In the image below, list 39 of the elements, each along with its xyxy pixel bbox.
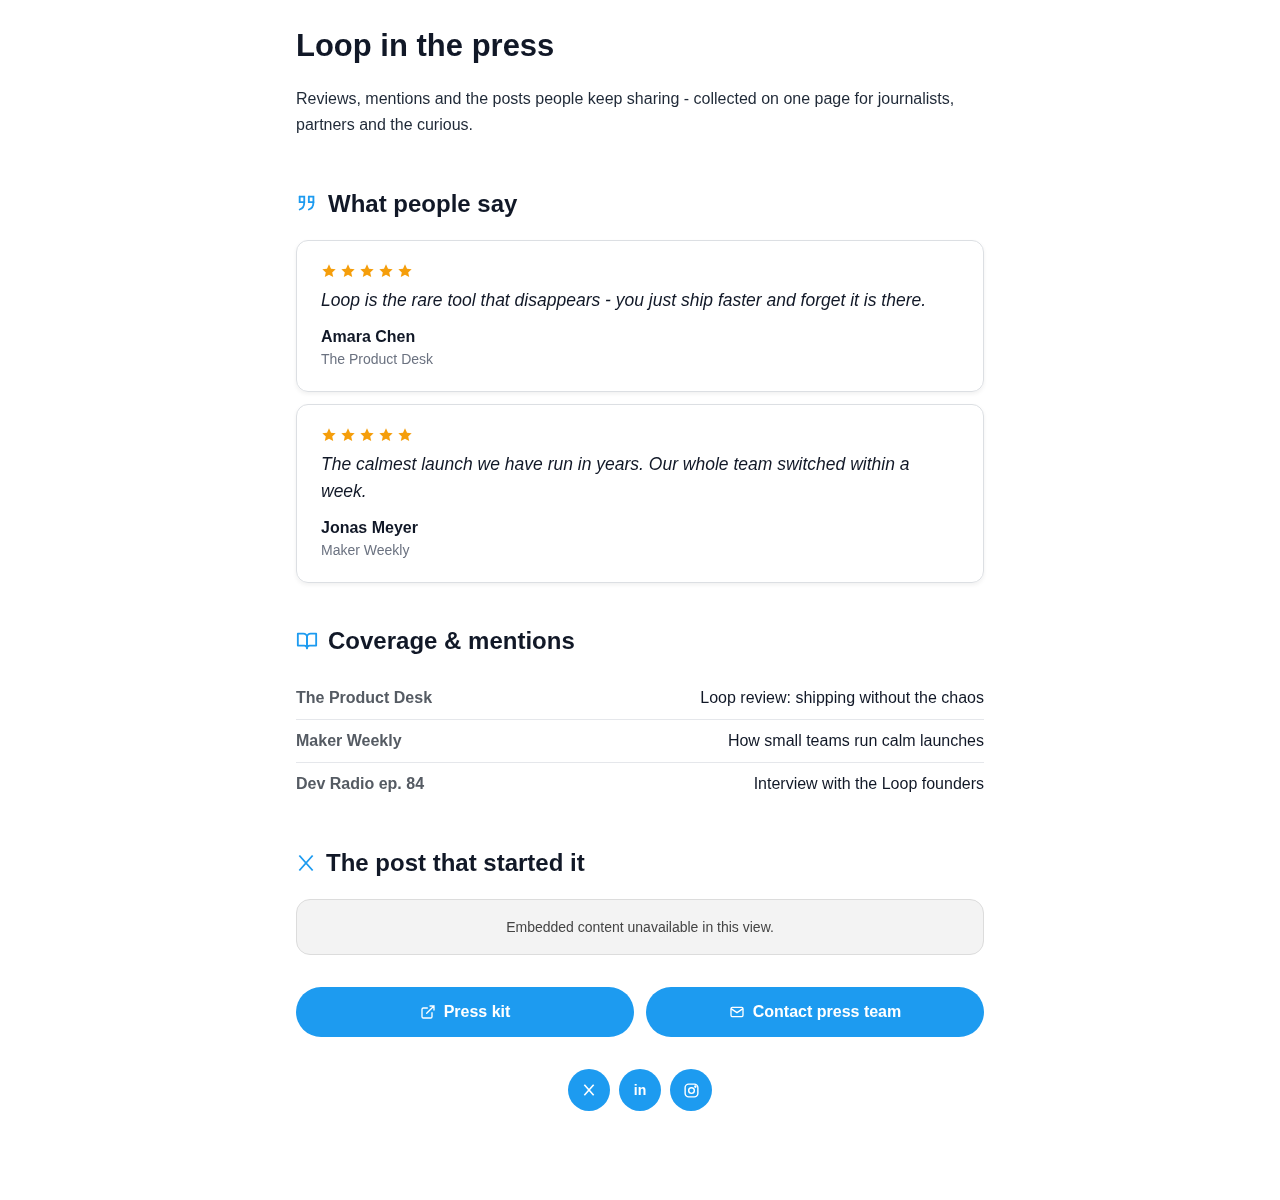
instagram-icon [682, 1081, 700, 1099]
external-link-icon [419, 1004, 436, 1020]
article-headline: Loop review: shipping without the chaos [700, 689, 984, 707]
section-heading: Coverage & mentions [328, 627, 575, 655]
star-icon [340, 427, 356, 443]
page-title: Loop in the press [296, 28, 556, 64]
star-icon [378, 263, 394, 279]
x-social-link[interactable] [568, 1069, 610, 1111]
x-logo-icon [296, 853, 316, 873]
star-icon [321, 263, 337, 279]
outlet-name: The Product Desk [296, 689, 433, 707]
linkedin-social-link[interactable]: in [619, 1069, 661, 1111]
embed-message: Embedded content unavailable in this view. [506, 919, 774, 935]
mail-icon [728, 1004, 745, 1020]
testimonial-quote: Loop is the rare tool that disappears - you just ship faster and forget it is there. [321, 289, 928, 312]
star-icon [397, 263, 413, 279]
action-button[interactable]: Contact press team [646, 987, 984, 1037]
author-outlet: Maker Weekly [321, 542, 411, 558]
instagram-social-link[interactable] [670, 1069, 712, 1111]
section-heading: What people say [328, 190, 518, 218]
star-icon [378, 427, 394, 443]
star-icon [340, 263, 356, 279]
author-name: Jonas Meyer [321, 519, 419, 537]
star-icon [359, 427, 375, 443]
star-icon [397, 427, 413, 443]
section-heading: The post that started it [326, 849, 585, 877]
star-icon [359, 263, 375, 279]
x-logo-icon [581, 1082, 597, 1098]
outlet-name: Maker Weekly [296, 732, 402, 750]
book-icon [296, 630, 318, 652]
article-headline: How small teams run calm launches [727, 732, 984, 750]
author-outlet: The Product Desk [321, 351, 435, 367]
article-headline: Interview with the Loop founders [753, 775, 984, 793]
intro-text: Reviews, mentions and the posts people keep sharing - collected on one page for journalists, partners and the curious. [296, 89, 956, 135]
author-name: Amara Chen [321, 328, 417, 346]
outlet-name: Dev Radio ep. 84 [296, 775, 425, 793]
action-button[interactable]: Press kit [296, 987, 634, 1037]
testimonial-quote: The calmest launch we have run in years. Our whole team switched within a week. [321, 453, 911, 503]
star-icon [321, 427, 337, 443]
